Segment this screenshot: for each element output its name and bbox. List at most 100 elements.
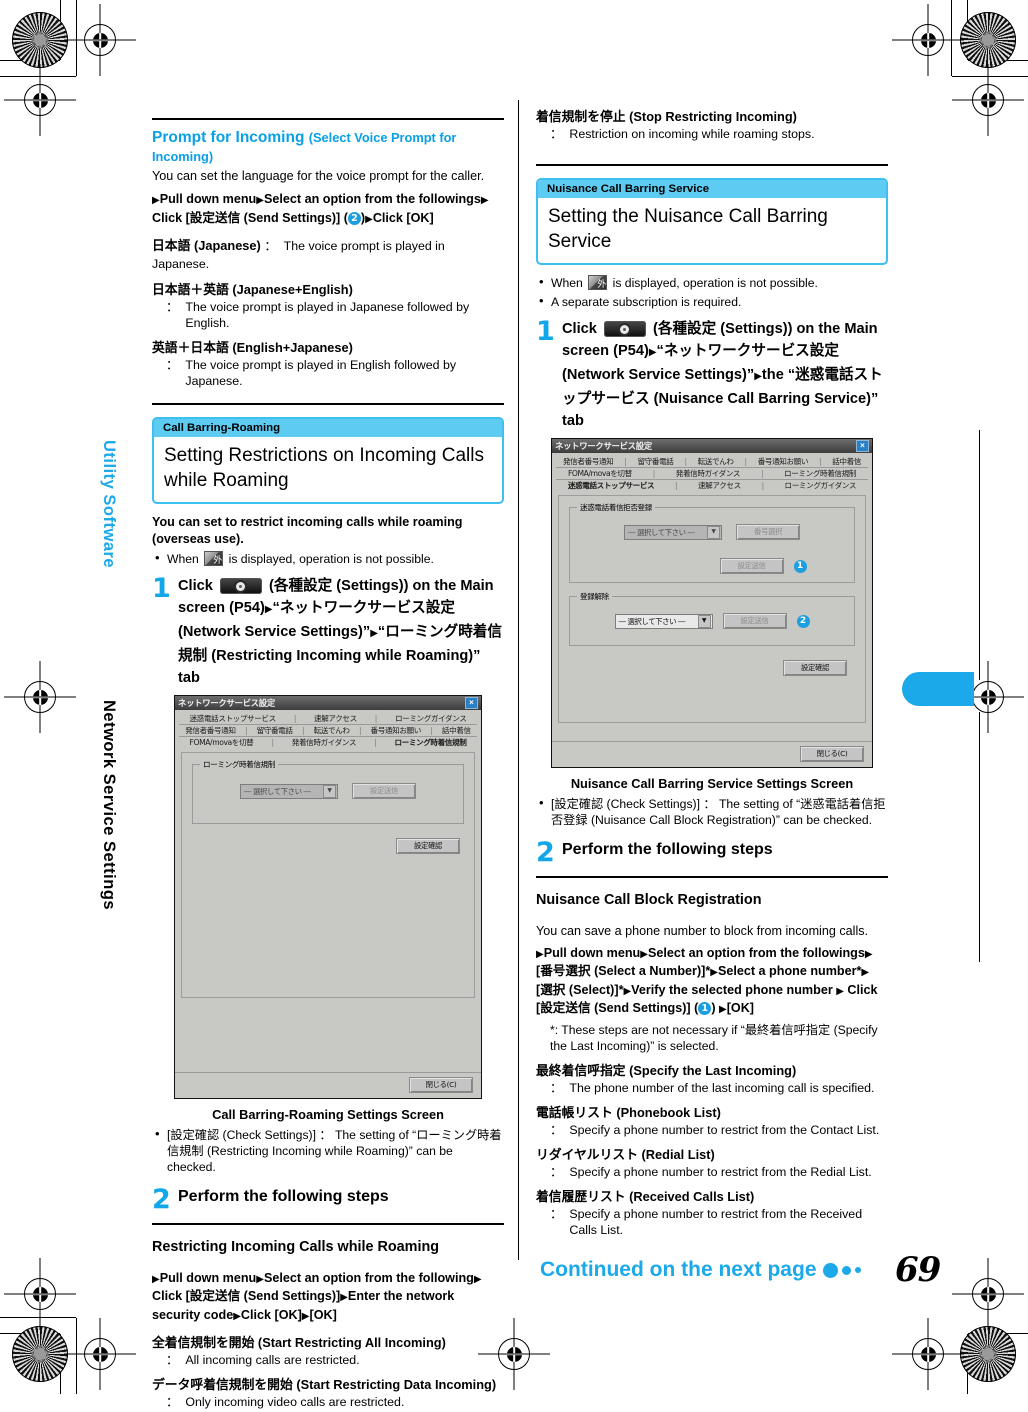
call-barring-screenshot-caption: Call Barring-Roaming Settings Screen — [212, 1107, 444, 1122]
tab-call-guidance[interactable]: 発着信時ガイダンス — [673, 468, 743, 479]
arrow-icon: ▶ — [480, 195, 489, 206]
check-settings-button[interactable]: 設定確認 — [396, 838, 460, 854]
arrow-icon: ▶ — [301, 1310, 310, 1322]
crop-mark — [952, 76, 1028, 77]
send-settings-button-1[interactable]: 設定送信 — [719, 558, 784, 574]
stop-restricting-def-text: Restriction on incoming while roaming st… — [569, 127, 815, 141]
tab-call-forwarding[interactable]: 転送でんわ — [695, 456, 737, 467]
chevron-down-icon[interactable]: ▼ — [323, 784, 336, 798]
registration-target — [906, 18, 950, 62]
option-all-incoming-def-text: All incoming calls are restricted. — [185, 1353, 360, 1368]
dialog-title: ネットワークサービス設定 — [178, 698, 275, 708]
note-check-settings: [設定確認 (Check Settings)] ： The setting of… — [536, 795, 888, 828]
colon: ： — [550, 127, 563, 141]
registration-cancel-combo[interactable]: ― 選択して下さい ― ▼ — [614, 613, 713, 629]
tab-voicemail[interactable]: 留守番電話 — [254, 725, 296, 736]
tab-call-waiting[interactable]: 話中着信 — [439, 725, 474, 736]
tab-quick-access[interactable]: 速解アクセス — [695, 480, 744, 491]
select-number-button[interactable]: 番号選択 — [736, 524, 800, 540]
colon: ： — [550, 1080, 563, 1095]
dot-large — [822, 1262, 838, 1278]
nuisance-number-combo[interactable]: ― 選択して下さい ― ▼ — [624, 524, 722, 540]
arrow-icon: ▶ — [264, 604, 273, 615]
registration-starburst — [960, 1326, 1016, 1382]
call-barring-title: Setting Restrictions on Incoming Calls w… — [164, 445, 484, 491]
nuisance-select-row: ― 選択して下さい ― ▼ 番号選択 — [578, 520, 846, 540]
option-all-incoming-term: 全着信規制を開始 (Start Restricting All Incoming… — [152, 1335, 446, 1351]
tab-call-guidance[interactable]: 発着信時ガイダンス — [289, 737, 359, 748]
tab-voicemail[interactable]: 留守番電話 — [634, 456, 676, 467]
tab-sep: | — [244, 726, 248, 735]
call-barring-bullets: When is displayed, operation is not poss… — [152, 550, 504, 567]
tab-sep: | — [374, 714, 378, 723]
call-barring-tag: Call Barring-Roaming — [154, 419, 502, 437]
tab-sep: | — [744, 457, 748, 466]
tab-nuisance-call-stop[interactable]: 迷惑電話ストップサービス — [187, 713, 279, 724]
side-rule-lower — [979, 712, 980, 962]
close-button[interactable]: 閉じる(C) — [800, 746, 864, 762]
dialog-panel: ローミング時着信規制 ― 選択して下さい ― ▼ 設定送信 設定確認 — [181, 752, 475, 998]
registration-starburst — [12, 1326, 68, 1382]
colon: ： — [550, 1164, 563, 1179]
tab-quick-access[interactable]: 速解アクセス — [311, 713, 360, 724]
close-icon[interactable]: × — [465, 697, 478, 709]
roaming-restriction-group: ローミング時着信規制 ― 選択して下さい ― ▼ 設定送信 — [192, 759, 464, 824]
tab-foma-mova-switch[interactable]: FOMA/movaを切替 — [187, 737, 257, 748]
tab-roaming-guidance[interactable]: ローミングガイダンス — [782, 480, 859, 491]
registration-target — [966, 78, 1010, 122]
call-barring-step-1: 1 Click (各種設定 (Settings)) on the Main sc… — [152, 575, 504, 689]
tab-roaming-incoming-restriction[interactable]: ローミング時着信規制 — [781, 468, 859, 479]
send-settings-button[interactable]: 設定送信 — [352, 783, 416, 799]
option-last-incoming-def: ： The phone number of the last incoming … — [550, 1080, 888, 1096]
option-phonebook-term: 電話帳リスト (Phonebook List) — [536, 1104, 721, 1120]
close-button[interactable]: 閉じる(C) — [409, 1077, 473, 1093]
crop-mark — [0, 1317, 76, 1318]
tab-caller-id-request[interactable]: 番号通知お願い — [755, 456, 811, 467]
crop-mark — [76, 0, 77, 76]
tab-caller-id[interactable]: 発信者番号通知 — [560, 456, 616, 467]
option-last-incoming-term: 最終着信呼指定 (Specify the Last Incoming) — [536, 1062, 797, 1078]
tab-roaming-guidance[interactable]: ローミングガイダンス — [392, 713, 469, 724]
continued-notice: Continued on the next page — [540, 1258, 861, 1282]
tab-call-forwarding[interactable]: 転送でんわ — [311, 725, 353, 736]
tab-call-waiting[interactable]: 話中着信 — [829, 456, 864, 467]
colon: ： — [550, 1206, 563, 1221]
tab-sep: | — [358, 726, 362, 735]
send-settings-button-2[interactable]: 設定送信 — [722, 613, 787, 629]
option-japanese-term: 日本語 (Japanese) — [152, 238, 261, 253]
tab-sep: | — [760, 469, 764, 478]
registration-cancel-label: 登録解除 — [577, 591, 612, 602]
chevron-down-icon[interactable]: ▼ — [707, 525, 720, 539]
arrow-icon: ▶ — [864, 948, 873, 960]
subsection-rule — [152, 1223, 504, 1225]
nuisance-screenshot-notes: [設定確認 (Check Settings)] ： The setting of… — [536, 795, 888, 828]
tab-foma-mova-switch[interactable]: FOMA/movaを切替 — [565, 468, 635, 479]
crop-mark — [951, 0, 952, 76]
callout-badge-2: 2 — [796, 614, 810, 628]
registration-cancel-group: 登録解除 ― 選択して下さい ― ▼ 設定送信 2 — [569, 591, 855, 646]
dialog-panel: 迷惑電話着信拒否登録 ― 選択して下さい ― ▼ 番号選択 設定送信 1 登録解… — [558, 495, 866, 723]
dialog-titlebar: ネットワークサービス設定 × — [552, 439, 872, 453]
registration-target — [78, 18, 122, 62]
arrow-icon: ▶ — [836, 985, 844, 997]
section-rule — [536, 164, 888, 166]
check-settings-button[interactable]: 設定確認 — [783, 660, 847, 676]
roaming-restriction-row: ― 選択して下さい ― ▼ 設定送信 — [201, 777, 455, 813]
tab-caller-id[interactable]: 発信者番号通知 — [182, 725, 238, 736]
step-1-text: Click (各種設定 (Settings)) on the Main scre… — [178, 578, 502, 686]
dialog-tab-row: 迷惑電話ストップサービス | 速解アクセス | ローミングガイダンス — [556, 480, 868, 491]
chevron-down-icon[interactable]: ▼ — [697, 614, 711, 628]
manual-page: Utility Software Network Service Setting… — [0, 0, 1028, 1409]
tab-sep: | — [819, 457, 822, 466]
arrow-icon: ▶ — [710, 967, 718, 979]
roaming-restriction-combo[interactable]: ― 選択して下さい ― ▼ — [240, 783, 338, 799]
stop-restricting-term: 着信規制を停止 (Stop Restricting Incoming) — [536, 109, 797, 124]
nuisance-footnote: *: These steps are not necessary if “最終着… — [550, 1022, 878, 1053]
prompt-heading-main: Prompt for Incoming — [152, 129, 305, 146]
close-icon[interactable]: × — [856, 440, 869, 452]
nuisance-block-registration-group: 迷惑電話着信拒否登録 ― 選択して下さい ― ▼ 番号選択 設定送信 1 — [569, 502, 855, 583]
registration-target — [18, 675, 62, 719]
tab-caller-id-request[interactable]: 番号通知お願い — [368, 725, 424, 736]
nuisance-block-subheading: Nuisance Call Block Registration — [536, 892, 762, 909]
arrow-icon: ▶ — [754, 371, 762, 382]
